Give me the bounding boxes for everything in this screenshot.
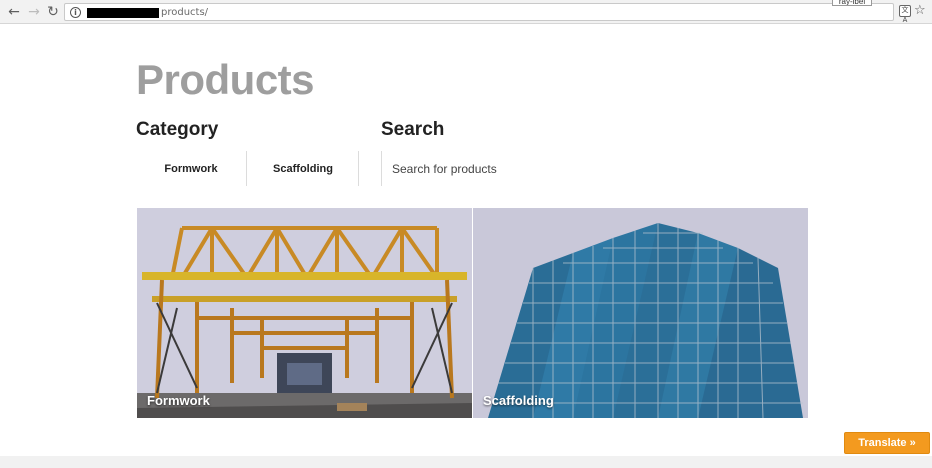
forward-icon[interactable]: → (26, 4, 42, 20)
address-bar[interactable]: i products/ (64, 3, 894, 21)
product-card-label: Scaffolding (483, 393, 554, 408)
search-input[interactable] (392, 160, 607, 178)
category-heading: Category (136, 119, 219, 140)
translate-button[interactable]: Translate » (844, 432, 930, 454)
url-path: products/ (161, 7, 209, 18)
bottom-bar (0, 456, 932, 468)
star-icon[interactable]: ☆ (914, 3, 926, 19)
browser-toolbar: ← → ↻ i products/ ray-ibel 文A ☆ (0, 0, 932, 24)
url-redacted-host (87, 8, 159, 18)
translate-page-icon[interactable]: 文A (899, 5, 911, 24)
product-card-scaffolding[interactable]: Scaffolding (473, 208, 808, 418)
search-heading: Search (381, 119, 445, 140)
category-formwork-button[interactable]: Formwork (136, 151, 247, 186)
tooltip: ray-ibel (832, 0, 872, 6)
product-card-formwork[interactable]: Formwork (137, 208, 472, 418)
formwork-photo (137, 208, 472, 418)
reload-icon[interactable]: ↻ (45, 4, 61, 20)
back-icon[interactable]: ← (6, 4, 22, 20)
info-icon[interactable]: i (70, 7, 81, 18)
scaffolding-photo (473, 208, 808, 418)
category-scaffolding-button[interactable]: Scaffolding (248, 151, 359, 186)
page-title: Products (136, 56, 315, 103)
search-box (381, 151, 611, 186)
product-card-label: Formwork (147, 393, 210, 408)
